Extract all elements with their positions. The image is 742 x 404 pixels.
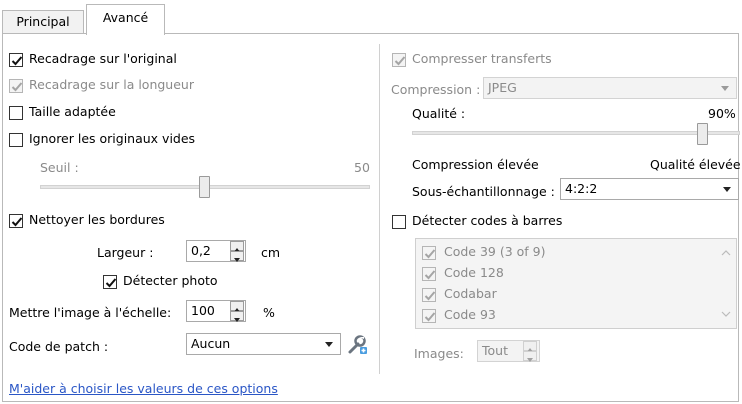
seuil-value: 50	[354, 160, 370, 175]
tab-principal[interactable]: Principal	[2, 10, 84, 34]
detecter-codes-checkbox[interactable]	[392, 215, 406, 229]
compression-label: Compression :	[391, 82, 481, 97]
qualite-elevee-label: Qualité élevée	[650, 157, 741, 172]
recadrage-original-checkbox[interactable]	[9, 53, 23, 67]
chevron-down-icon	[721, 86, 729, 91]
tab-avance-label: Avancé	[102, 10, 149, 25]
scroll-down-icon	[721, 311, 731, 317]
qualite-value: 90%	[708, 106, 736, 121]
help-link[interactable]: M'aider à choisir les valeurs de ces opt…	[9, 381, 278, 396]
detecter-photo-label: Détecter photo	[123, 273, 218, 288]
spin-down-icon	[234, 258, 240, 262]
nettoyer-bordures-checkbox[interactable]	[9, 214, 23, 228]
detecter-photo-checkbox[interactable]	[103, 275, 117, 289]
tab-principal-label: Principal	[16, 14, 70, 29]
checkmark-icon	[11, 217, 23, 227]
taille-adaptee-label: Taille adaptée	[29, 104, 116, 119]
checkmark-icon	[394, 56, 406, 66]
compresser-label: Compresser transferts	[412, 51, 552, 66]
largeur-value: 0,2	[191, 243, 211, 258]
code-patch-label: Code de patch :	[9, 339, 109, 354]
column-divider	[379, 44, 380, 374]
checkmark-icon	[424, 291, 436, 301]
code-patch-value: Aucun	[191, 336, 231, 351]
chevron-down-icon	[325, 342, 333, 347]
barcode-checkbox[interactable]	[422, 246, 436, 260]
spin-down-icon	[527, 358, 533, 362]
compresser-checkbox[interactable]	[392, 53, 406, 67]
checkmark-icon	[11, 56, 23, 66]
recadrage-original-label: Recadrage sur l'original	[29, 51, 177, 66]
recadrage-longueur-checkbox[interactable]	[9, 79, 23, 93]
recadrage-longueur-label: Recadrage sur la longueur	[29, 77, 194, 92]
scroll-up-icon	[721, 250, 731, 256]
images-label: Images:	[414, 346, 464, 361]
code-patch-dropdown[interactable]: Aucun	[186, 333, 341, 355]
echelle-unit: %	[263, 305, 275, 320]
largeur-spin-down[interactable]	[230, 251, 244, 262]
checkmark-icon	[424, 312, 436, 322]
largeur-spin-up[interactable]	[230, 241, 244, 252]
checkmark-icon	[11, 82, 23, 92]
qualite-label: Qualité :	[412, 106, 466, 121]
echelle-value: 100	[191, 303, 215, 318]
detecter-codes-label: Détecter codes à barres	[412, 213, 563, 228]
barcode-label: Codabar	[444, 286, 497, 301]
barcode-checkbox[interactable]	[422, 267, 436, 281]
seuil-slider-thumb[interactable]	[199, 176, 210, 198]
tab-avance[interactable]: Avancé	[86, 4, 165, 35]
ignorer-vides-checkbox[interactable]	[9, 133, 23, 147]
spin-down-icon	[234, 318, 240, 322]
compression-dropdown[interactable]: JPEG	[483, 77, 737, 99]
sous-echantillonnage-dropdown[interactable]: 4:2:2	[560, 178, 739, 200]
echelle-spin-down[interactable]	[230, 311, 244, 322]
checkmark-icon	[424, 270, 436, 280]
barcode-label: Code 128	[444, 265, 504, 280]
chevron-down-icon	[723, 187, 731, 192]
compression-value: JPEG	[488, 80, 517, 95]
images-spin-down[interactable]	[523, 351, 537, 362]
echelle-label: Mettre l'image à l'échelle:	[9, 305, 172, 320]
images-spin-up[interactable]	[523, 341, 537, 352]
checkmark-icon	[105, 278, 117, 288]
scrollbar[interactable]	[716, 239, 736, 328]
sous-echantillonnage-value: 4:2:2	[565, 181, 598, 196]
taille-adaptee-checkbox[interactable]	[9, 106, 23, 120]
barcode-checkbox[interactable]	[422, 288, 436, 302]
compression-elevee-label: Compression élevée	[412, 157, 539, 172]
wrench-plus-icon[interactable]	[347, 334, 369, 356]
seuil-label: Seuil :	[40, 160, 79, 175]
qualite-slider-thumb[interactable]	[697, 123, 708, 145]
barcode-label: Code 93	[444, 307, 496, 322]
largeur-label: Largeur :	[97, 245, 154, 260]
qualite-slider-track[interactable]	[412, 131, 740, 135]
echelle-spin-up[interactable]	[230, 301, 244, 312]
images-value: Tout	[482, 343, 508, 358]
barcode-list[interactable]: Code 39 (3 of 9) Code 128 Codabar Code 9…	[415, 238, 737, 329]
barcode-label: Code 39 (3 of 9)	[444, 244, 546, 259]
ignorer-vides-label: Ignorer les originaux vides	[29, 131, 196, 146]
checkmark-icon	[424, 249, 436, 259]
barcode-checkbox[interactable]	[422, 309, 436, 323]
largeur-unit: cm	[261, 245, 281, 260]
nettoyer-bordures-label: Nettoyer les bordures	[29, 212, 165, 227]
sous-echantillonnage-label: Sous-échantillonnage :	[412, 184, 555, 199]
